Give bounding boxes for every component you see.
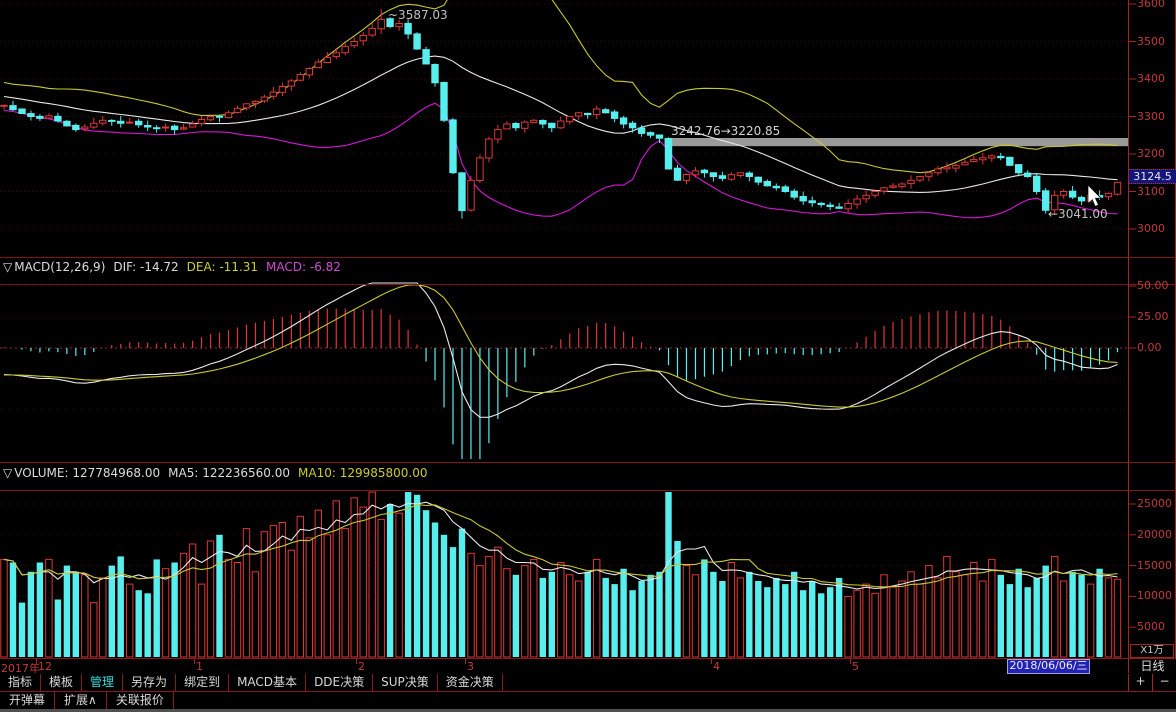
tab-bind-to[interactable]: 绑定到 [176, 674, 229, 691]
axis-tick-label: 25.00 [1137, 310, 1169, 323]
expand-button[interactable]: 扩展∧ [55, 692, 107, 709]
macd-dea-value: DEA: -11.31 [187, 260, 258, 274]
zoom-out-button[interactable]: − [1152, 674, 1176, 691]
current-date-badge: 2018/06/06/三 [1007, 659, 1090, 674]
volume-value: VOLUME: 127784968.00 [14, 466, 160, 480]
axis-tick-label: 3600 [1137, 0, 1165, 10]
tab-save-as[interactable]: 另存为 [123, 674, 176, 691]
toolbar: 指标 模板 管理 另存为 绑定到 MACD基本 DDE决策 SUP决策 资金决策 [0, 674, 1176, 692]
month-label: 2 [358, 660, 365, 673]
macd-dif-value: DIF: -14.72 [113, 260, 178, 274]
axis-tick-label: 3100 [1137, 185, 1165, 198]
peak-price-label: ~3587.03 [388, 8, 448, 22]
axis-tick-label: 3200 [1137, 147, 1165, 160]
axis-tick-label: 25000 [1137, 497, 1172, 510]
month-label: 1 [196, 660, 203, 673]
linked-quotes-button[interactable]: 关联报价 [107, 692, 174, 709]
axis-tick-label: 3400 [1137, 72, 1165, 85]
month-label: 4 [713, 660, 720, 673]
month-tick [36, 659, 37, 664]
tab-template[interactable]: 模板 [41, 674, 82, 691]
zoom-in-button[interactable]: + [1128, 674, 1152, 691]
gap-price-label: 3242.76→3220.85 [671, 124, 780, 138]
open-danmaku-button[interactable]: 开弹幕 [0, 692, 55, 709]
axis-tick-label: 3500 [1137, 35, 1165, 48]
month-label: 5 [852, 660, 859, 673]
stock-trading-app: ▽MACD(12,26,9)DIF: -14.72DEA: -11.31MACD… [0, 0, 1176, 712]
timeline-row: 2017年1212345 2018/06/06/三 日线 [0, 658, 1176, 675]
last-price-tag: 3124.5 [1129, 169, 1176, 184]
axis-tick-label: 15000 [1137, 559, 1172, 572]
month-tick [711, 659, 712, 664]
month-tick [465, 659, 466, 664]
tab-fund-decision[interactable]: 资金决策 [438, 674, 503, 691]
month-label: 3 [467, 660, 474, 673]
macd-macd-value: MACD: -6.82 [266, 260, 341, 274]
macd-header: ▽MACD(12,26,9) DIF: -14.72 DEA: -11.31 MACD… [3, 260, 349, 276]
axis-tick-label: 50.00 [1137, 279, 1169, 292]
month-tick [850, 659, 851, 664]
volume-unit-label: X1万 [1130, 644, 1174, 658]
volume-ma10-value: MA10: 129985800.00 [298, 466, 428, 480]
macd-collapse-icon[interactable]: ▽ [3, 260, 12, 274]
axis-tick-label: 5000 [1137, 620, 1165, 633]
month-label: 12 [38, 660, 52, 673]
axis-tick-label: 20000 [1137, 528, 1172, 541]
bottom-bar: 开弹幕 扩展∧ 关联报价 [0, 692, 1176, 709]
period-selector[interactable]: 日线 [1128, 659, 1176, 673]
axis-tick-label: 3000 [1137, 222, 1165, 235]
volume-collapse-icon[interactable]: ▽ [3, 466, 12, 480]
axis-tick-label: 10000 [1137, 589, 1172, 602]
month-tick [194, 659, 195, 664]
chart-area[interactable] [0, 0, 1176, 658]
tab-sup-decision[interactable]: SUP决策 [373, 674, 438, 691]
volume-header: ▽VOLUME: 127784968.00 MA5: 122236560.00 MA… [3, 466, 436, 482]
low-price-label: ←3041.00 [1048, 207, 1108, 221]
axis-tick-label: 3300 [1137, 110, 1165, 123]
tab-manage[interactable]: 管理 [82, 674, 123, 691]
month-tick [356, 659, 357, 664]
tab-indicator[interactable]: 指标 [0, 674, 41, 691]
tab-dde-decision[interactable]: DDE决策 [306, 674, 373, 691]
tab-macd-basic[interactable]: MACD基本 [229, 674, 306, 691]
axis-tick-label: 0.00 [1137, 341, 1162, 354]
macd-title: MACD(12,26,9) [14, 260, 105, 274]
volume-ma5-value: MA5: 122236560.00 [168, 466, 290, 480]
mouse-cursor [1088, 185, 1101, 207]
